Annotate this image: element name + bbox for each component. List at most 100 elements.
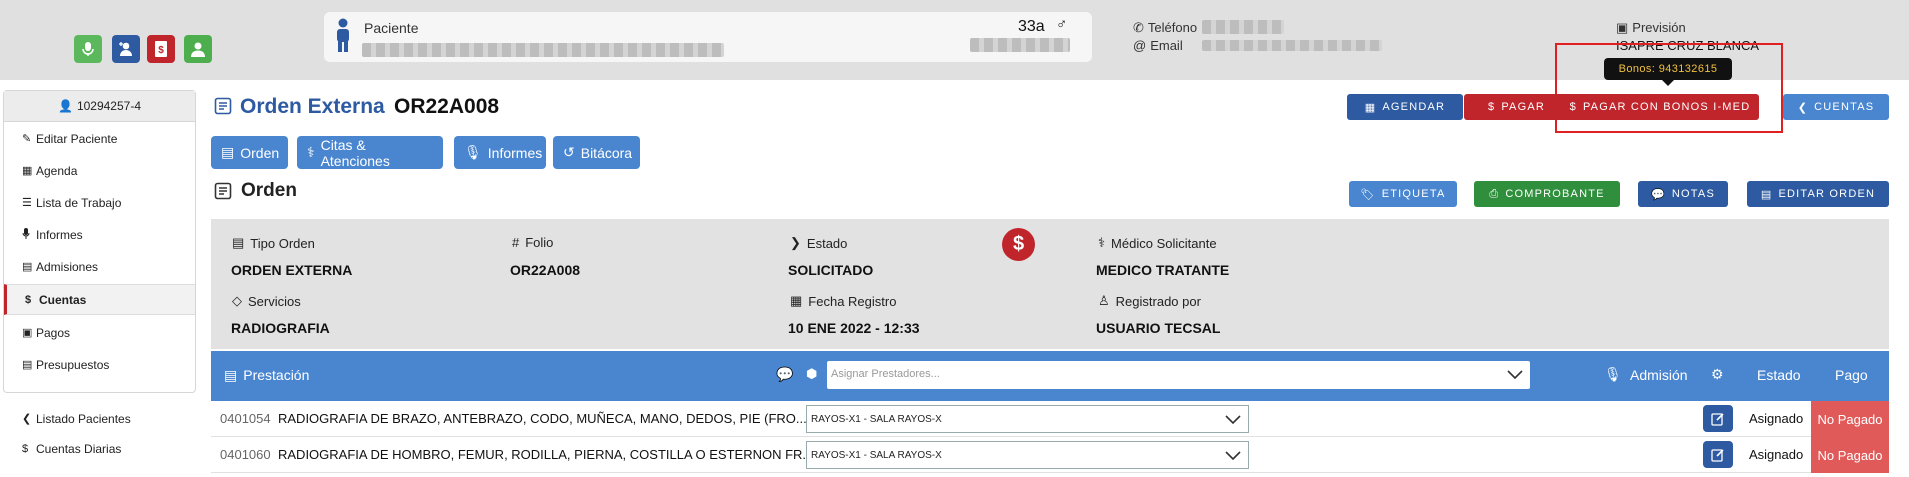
- tipo-orden-label: ▤ Tipo Orden: [232, 235, 315, 251]
- pagar-bonos-button[interactable]: $ PAGAR CON BONOS I-MED: [1561, 94, 1759, 120]
- fecha-value: 10 ENE 2022 - 12:33: [788, 320, 920, 336]
- sidebar-item-label: Admisiones: [36, 259, 99, 274]
- row-estado: Asignado: [1749, 411, 1804, 426]
- sidebar-item-cuentas[interactable]: $ Cuentas: [4, 284, 195, 315]
- row-code: 0401060: [220, 447, 271, 462]
- at-icon: @: [1133, 38, 1147, 53]
- table-row: 0401054 RADIOGRAFIA DE BRAZO, ANTEBRAZO,…: [211, 401, 1889, 437]
- comprobante-label: COMPROBANTE: [1505, 188, 1605, 200]
- calendar-icon: ▦: [22, 165, 33, 177]
- sidebar-item-listado-pacientes[interactable]: ❮ Listado Pacientes: [4, 403, 194, 434]
- user-icon[interactable]: [184, 35, 212, 63]
- user-plus-icon[interactable]: [112, 35, 140, 63]
- phone-label: Teléfono: [1147, 20, 1198, 35]
- chevron-right-icon: ❯: [790, 235, 801, 250]
- edit-icon: [1711, 448, 1724, 462]
- edit-admision-button[interactable]: [1703, 441, 1733, 468]
- estado-label: ❯ Estado: [790, 235, 847, 251]
- chevron-down-icon: [1225, 451, 1241, 461]
- comment-icon: 💬: [1651, 188, 1666, 201]
- tab-citas[interactable]: ⚕ Citas & Atenciones: [297, 136, 443, 169]
- row-pago-badge: No Pagado: [1811, 401, 1889, 437]
- etiqueta-button[interactable]: 🏷 ETIQUETA: [1349, 181, 1457, 207]
- hash-icon: #: [512, 235, 520, 250]
- tab-orden[interactable]: ▤ Orden: [211, 136, 288, 169]
- sidebar-item-admisiones[interactable]: ▤ Admisiones: [4, 251, 195, 282]
- list-icon: ☰: [22, 197, 32, 209]
- sidebar-item-cuentas-diarias[interactable]: $ Cuentas Diarias: [4, 433, 194, 464]
- sidebar-item-agenda[interactable]: ▦ Agenda: [4, 155, 195, 186]
- prestacion-header: ▤ Prestación: [224, 367, 309, 384]
- dollar-doc-icon[interactable]: $: [147, 35, 175, 63]
- select-placeholder: Asignar Prestadores...: [831, 368, 940, 380]
- history-icon: ↺: [563, 144, 575, 160]
- row-code: 0401054: [220, 411, 271, 426]
- sidebar-item-label: Listado Pacientes: [36, 411, 131, 426]
- agendar-button[interactable]: ▦ AGENDAR: [1347, 94, 1463, 120]
- email-label: Email: [1150, 38, 1183, 53]
- comprobante-button[interactable]: ⎙ COMPROBANTE: [1474, 181, 1620, 207]
- sidebar-item-presupuestos[interactable]: ▤ Presupuestos: [4, 349, 195, 380]
- phone-redacted: [1202, 20, 1284, 34]
- comment-icon[interactable]: 💬: [776, 366, 793, 383]
- fecha-label: ▦ Fecha Registro: [790, 293, 896, 309]
- notas-button[interactable]: 💬 NOTAS: [1638, 181, 1728, 207]
- order-icon: [214, 182, 232, 203]
- order-icon: ▤: [224, 367, 238, 383]
- tab-label: Informes: [487, 144, 543, 161]
- sidebar-item-editar-paciente[interactable]: ✎ Editar Paciente: [4, 123, 195, 154]
- chevron-left-icon: ❮: [22, 413, 32, 425]
- tipo-orden-value: ORDEN EXTERNA: [231, 262, 353, 278]
- registrado-value: USUARIO TECSAL: [1096, 320, 1221, 336]
- sala-select[interactable]: RAYOS-X1 - SALA RAYOS-X: [806, 441, 1249, 469]
- asignar-prestadores-select[interactable]: Asignar Prestadores...: [827, 361, 1530, 389]
- dollar-icon: $: [1569, 101, 1577, 113]
- sidebar-item-label: Pagos: [36, 325, 71, 340]
- folio-value: OR22A008: [510, 262, 581, 278]
- sidebar-patient-id: 👤 10294257-4: [4, 91, 195, 122]
- section-title: Orden: [241, 180, 297, 201]
- sidebar-item-lista-trabajo[interactable]: ☰ Lista de Trabajo: [4, 187, 195, 218]
- tab-informes[interactable]: 🎙 Informes: [454, 136, 546, 169]
- tab-bitacora[interactable]: ↺ Bitácora: [553, 136, 640, 169]
- pagar-button[interactable]: $ PAGAR: [1464, 94, 1569, 120]
- sala-select[interactable]: RAYOS-X1 - SALA RAYOS-X: [806, 405, 1249, 433]
- order-icon: [214, 97, 232, 118]
- prevision-label: Previsión: [1632, 20, 1686, 35]
- order-info-panel: [211, 219, 1889, 349]
- sidebar-item-label: Editar Paciente: [36, 131, 118, 146]
- clipboard-icon: ▤: [22, 261, 33, 273]
- label-text: Médico Solicitante: [1111, 235, 1217, 251]
- tab-label: Orden: [240, 144, 280, 161]
- editar-label: EDITAR ORDEN: [1778, 188, 1876, 200]
- prevision-row: ▣ Previsión: [1616, 20, 1686, 36]
- id-card-icon: ▣: [1616, 20, 1629, 35]
- folio-label: # Folio: [512, 235, 553, 250]
- etiqueta-label: ETIQUETA: [1381, 188, 1446, 200]
- sidebar-item-label: Cuentas Diarias: [36, 441, 122, 456]
- microphone-icon[interactable]: [74, 35, 102, 63]
- cuentas-label: CUENTAS: [1814, 101, 1875, 113]
- edit-admision-button[interactable]: [1703, 405, 1733, 432]
- editar-orden-button[interactable]: ▤ EDITAR ORDEN: [1747, 181, 1889, 207]
- order-icon: ▤: [221, 144, 235, 160]
- page-title: Orden Externa: [240, 95, 385, 118]
- patient-age: 33a: [1018, 18, 1045, 35]
- pago-header: Pago: [1835, 367, 1868, 383]
- dollar-status-icon[interactable]: $: [1002, 228, 1035, 261]
- edit-icon: [1711, 412, 1724, 426]
- servicios-value: RADIOGRAFIA: [231, 320, 330, 336]
- dollar-icon: $: [25, 293, 32, 306]
- cube-icon: ⬢: [806, 366, 818, 381]
- person-icon: [334, 18, 352, 57]
- patient-id: 10294257-4: [76, 99, 141, 113]
- chevron-down-icon: [1225, 415, 1241, 425]
- microphone-icon: 🎙: [464, 144, 482, 160]
- sidebar-item-informes[interactable]: Informes: [4, 219, 195, 250]
- sidebar-item-label: Lista de Trabajo: [36, 195, 122, 210]
- sidebar-item-pagos[interactable]: ▣ Pagos: [4, 317, 195, 348]
- label-text: Estado: [806, 235, 848, 251]
- patient-id-redacted: [970, 38, 1070, 52]
- cuentas-button[interactable]: ❮ CUENTAS: [1783, 94, 1889, 120]
- row-description: RADIOGRAFIA DE BRAZO, ANTEBRAZO, CODO, M…: [278, 411, 807, 426]
